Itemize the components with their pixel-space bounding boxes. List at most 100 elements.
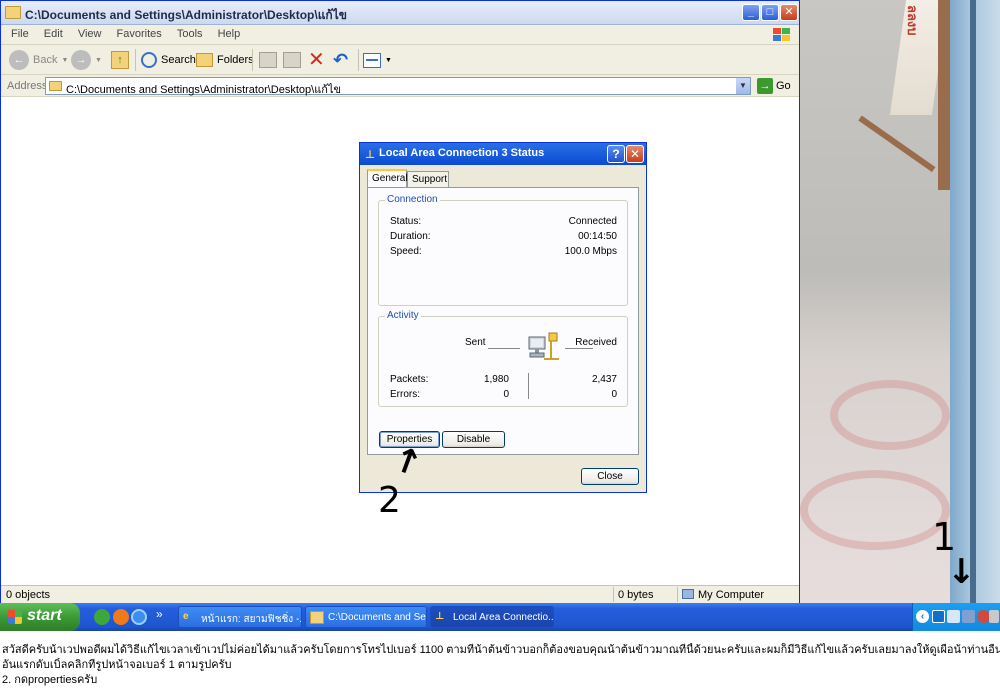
forward-button[interactable]: → ▼ xyxy=(71,49,102,71)
address-value: C:\Documents and Settings\Administrator\… xyxy=(66,84,342,96)
status-location-label: My Computer xyxy=(698,589,765,601)
folder-icon xyxy=(310,611,324,624)
folders-button[interactable]: Folders xyxy=(196,49,254,71)
back-label: Back xyxy=(33,54,58,66)
back-dropdown-icon: ▼ xyxy=(61,56,69,64)
search-label: Search xyxy=(161,54,196,66)
go-arrow-icon: → xyxy=(757,78,773,94)
minimize-button[interactable]: _ xyxy=(742,4,760,21)
go-button[interactable]: → Go xyxy=(757,78,791,94)
start-label: start xyxy=(27,607,62,624)
go-label: Go xyxy=(776,80,791,92)
toolbar-separator xyxy=(252,49,253,71)
task-connection-status[interactable]: ⊥ Local Area Connectio... xyxy=(430,606,554,628)
toolbar-separator xyxy=(358,49,359,71)
copy-to-icon xyxy=(283,52,301,68)
post-caption: สวัสดีครับน้าเวปพอดีผมได้วิธีแก้ไขเวลาเข… xyxy=(0,631,1000,700)
duration-value: 00:14:50 xyxy=(578,231,617,242)
task-browser[interactable]: e หน้าแรก: สยามฟิชชิ่ง -... xyxy=(178,606,302,628)
folder-icon xyxy=(5,6,21,19)
taskbar: start » e หน้าแรก: สยามฟิชชิ่ง -... C:\D… xyxy=(0,603,1000,631)
network-computers-icon xyxy=(528,332,559,360)
close-button[interactable]: Close xyxy=(581,468,639,485)
tray-volume-icon[interactable] xyxy=(962,610,975,623)
address-label: Address xyxy=(7,80,48,92)
start-button[interactable]: start xyxy=(0,603,80,631)
up-folder-button[interactable]: ↑ xyxy=(111,49,129,71)
menu-favorites[interactable]: Favorites xyxy=(111,25,168,40)
quicklaunch-icon[interactable] xyxy=(94,609,110,625)
errors-sent-value: 0 xyxy=(503,389,509,400)
maximize-button[interactable]: □ xyxy=(761,4,779,21)
views-icon xyxy=(363,52,381,68)
tray-app-icon[interactable] xyxy=(932,610,945,623)
network-connection-icon: ⊥ xyxy=(435,611,445,622)
move-to-button[interactable] xyxy=(259,49,277,71)
address-input[interactable]: C:\Documents and Settings\Administrator\… xyxy=(45,77,751,96)
quicklaunch-browser-icon[interactable] xyxy=(113,609,129,625)
caption-line-3: 2. กดpropertiesครับ xyxy=(2,674,98,686)
annotation-number-2: 2 xyxy=(378,480,401,521)
quicklaunch-more-button[interactable]: » xyxy=(156,607,163,621)
task-explorer[interactable]: C:\Documents and Se... xyxy=(305,606,427,628)
dialog-titlebar[interactable]: ⊥ Local Area Connection 3 Status ? ✕ xyxy=(360,143,646,165)
task-explorer-label: C:\Documents and Se... xyxy=(328,612,427,623)
undo-button[interactable]: ↶ xyxy=(333,49,348,71)
back-button[interactable]: ← Back ▼ xyxy=(9,49,68,71)
menu-help[interactable]: Help xyxy=(212,25,247,40)
tray-clock-icon[interactable] xyxy=(989,610,999,623)
up-folder-icon: ↑ xyxy=(111,51,129,69)
views-button[interactable]: ▼ xyxy=(363,49,392,71)
photo-floor-pattern xyxy=(830,380,950,450)
status-bar: 0 objects 0 bytes My Computer xyxy=(1,585,799,603)
toolbar-separator xyxy=(135,49,136,71)
back-arrow-icon: ← xyxy=(9,50,29,70)
explorer-title: C:\Documents and Settings\Administrator\… xyxy=(25,8,347,22)
delete-button[interactable]: ✕ xyxy=(308,49,325,71)
explorer-titlebar[interactable]: C:\Documents and Settings\Administrator\… xyxy=(1,1,799,25)
task-connection-label: Local Area Connectio... xyxy=(453,612,554,623)
tray-expand-icon[interactable]: ‹ xyxy=(916,610,929,623)
menu-view[interactable]: View xyxy=(72,25,108,40)
status-divider xyxy=(677,587,678,602)
menu-file[interactable]: File xyxy=(5,25,35,40)
views-dropdown-icon: ▼ xyxy=(385,56,392,64)
close-window-button[interactable]: ✕ xyxy=(780,4,798,21)
sent-label: Sent xyxy=(465,337,486,348)
help-button[interactable]: ? xyxy=(607,145,625,163)
search-button[interactable]: Search xyxy=(141,49,196,71)
activity-group: Activity Sent Received Packets: 1,980 2,… xyxy=(378,310,628,407)
received-line xyxy=(565,348,593,349)
general-tab-panel: Connection Status: Connected Duration: 0… xyxy=(367,187,639,455)
address-dropdown-icon[interactable]: ▼ xyxy=(736,78,750,94)
copy-to-button[interactable] xyxy=(283,49,301,71)
tray-network-icon[interactable] xyxy=(947,610,960,623)
caption-line-1: สวัสดีครับน้าเวปพอดีผมได้วิธีแก้ไขเวลาเข… xyxy=(2,644,1000,656)
photo-floor-pattern xyxy=(800,470,950,550)
quicklaunch-ie-icon[interactable] xyxy=(131,609,147,625)
windows-flag-icon xyxy=(8,610,22,624)
status-object-count: 0 objects xyxy=(6,589,51,601)
background-photo: ลลงบ 1 ↓ xyxy=(800,0,1000,603)
speed-value: 100.0 Mbps xyxy=(564,246,617,257)
dialog-close-x-button[interactable]: ✕ xyxy=(626,145,644,163)
menu-edit[interactable]: Edit xyxy=(38,25,69,40)
disable-button[interactable]: Disable xyxy=(442,431,505,448)
windows-logo-icon xyxy=(773,28,790,41)
activity-group-label: Activity xyxy=(385,310,421,321)
undo-icon: ↶ xyxy=(333,50,349,70)
tab-general[interactable]: General xyxy=(367,169,408,187)
tab-support[interactable]: Support xyxy=(407,171,449,187)
task-browser-label: หน้าแรก: สยามฟิชชิ่ง -... xyxy=(201,614,302,625)
toolbar: ← Back ▼ → ▼ ↑ Search Folders ✕ ↶ ▼ xyxy=(1,45,799,75)
packets-received-value: 2,437 xyxy=(591,374,617,385)
folders-icon xyxy=(196,53,213,67)
speed-label: Speed: xyxy=(390,246,422,257)
annotation-arrow-down: ↓ xyxy=(947,552,976,592)
dialog-title: Local Area Connection 3 Status xyxy=(379,147,545,159)
search-icon xyxy=(141,52,157,68)
status-divider xyxy=(613,587,614,602)
ie-icon: e xyxy=(183,611,189,622)
network-connection-icon: ⊥ xyxy=(365,149,376,161)
menu-tools[interactable]: Tools xyxy=(171,25,209,40)
